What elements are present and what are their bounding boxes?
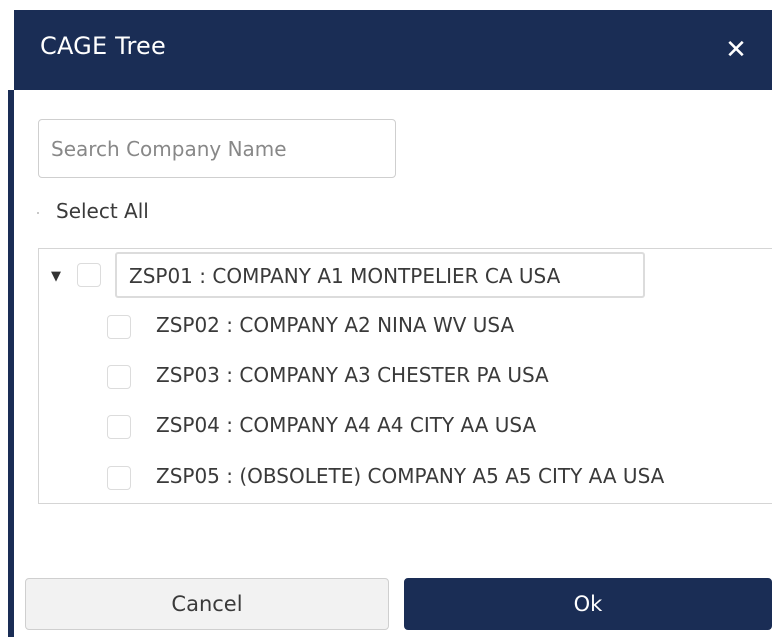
- tree-node-label-zsp02[interactable]: ZSP02 : COMPANY A2 NINA WV USA: [156, 313, 514, 337]
- search-company-input[interactable]: [38, 119, 396, 178]
- dialog-header: CAGE Tree ✕: [14, 10, 772, 90]
- cage-tree: ▼ ZSP01 : COMPANY A1 MONTPELIER CA USA Z…: [38, 248, 772, 504]
- tree-node-label-zsp05[interactable]: ZSP05 : (OBSOLETE) COMPANY A5 A5 CITY AA…: [156, 464, 664, 488]
- tree-node-root[interactable]: ZSP01 : COMPANY A1 MONTPELIER CA USA: [115, 252, 645, 298]
- dialog-title: CAGE Tree: [40, 32, 166, 60]
- cancel-button[interactable]: Cancel: [25, 578, 389, 630]
- select-all-checkbox[interactable]: [37, 212, 39, 214]
- tree-node-checkbox-zsp03[interactable]: [107, 365, 131, 389]
- tree-node-label-zsp04[interactable]: ZSP04 : COMPANY A4 A4 CITY AA USA: [156, 413, 536, 437]
- select-all-label[interactable]: Select All: [56, 199, 149, 223]
- tree-node-checkbox-zsp04[interactable]: [107, 415, 131, 439]
- ok-button[interactable]: Ok: [404, 578, 772, 630]
- tree-node-label-zsp03[interactable]: ZSP03 : COMPANY A3 CHESTER PA USA: [156, 363, 549, 387]
- dialog-left-border: [8, 90, 14, 637]
- tree-node-checkbox-zsp05[interactable]: [107, 466, 131, 490]
- cage-tree-dialog: CAGE Tree ✕ Select All ▼ ZSP01 : COMPANY…: [0, 0, 772, 637]
- tree-node-label-root[interactable]: ZSP01 : COMPANY A1 MONTPELIER CA USA: [129, 264, 560, 288]
- expand-caret-icon[interactable]: ▼: [51, 269, 61, 284]
- tree-node-checkbox-root[interactable]: [77, 263, 101, 287]
- tree-node-checkbox-zsp02[interactable]: [107, 315, 131, 339]
- close-icon[interactable]: ✕: [718, 32, 754, 68]
